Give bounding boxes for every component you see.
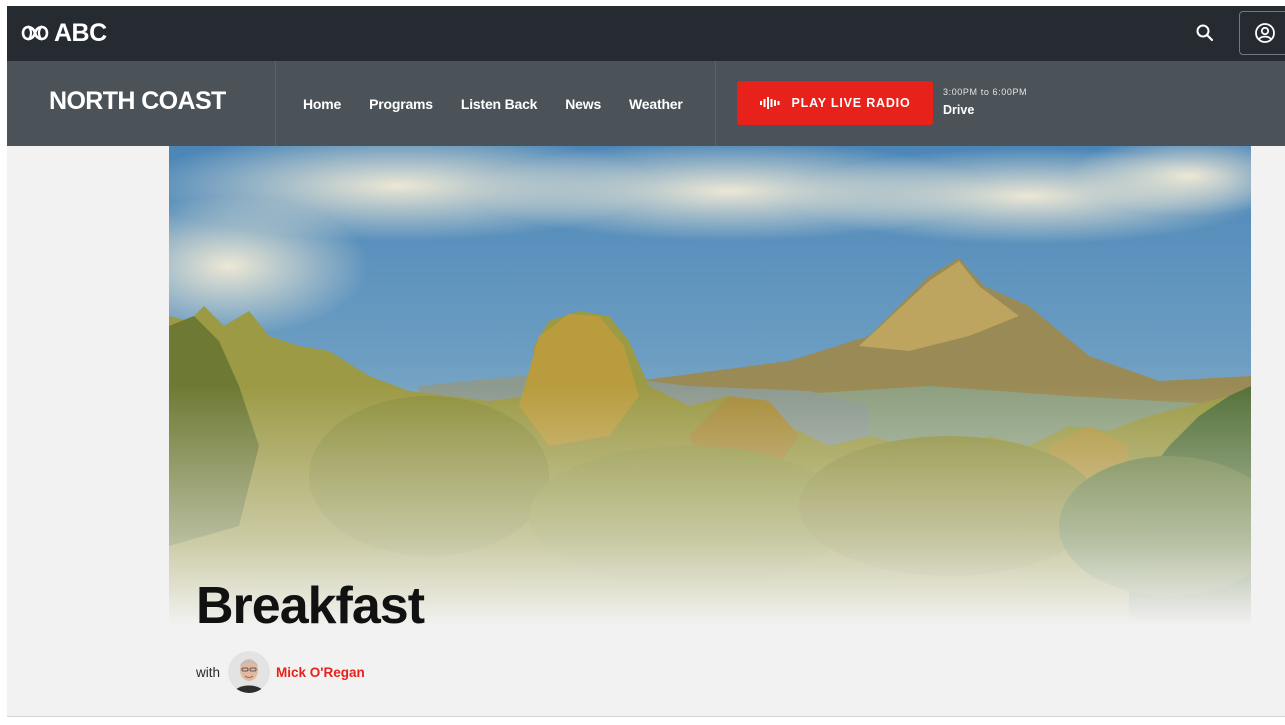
audio-wave-icon <box>759 97 779 109</box>
station-nav-bar: NORTH COAST Home Programs Listen Back Ne… <box>7 61 1285 146</box>
global-header: ABC <box>7 6 1285 61</box>
nav-item-news[interactable]: News <box>565 96 601 112</box>
program-title: Breakfast <box>196 577 425 635</box>
station-nav: Home Programs Listen Back News Weather <box>303 61 683 146</box>
on-air-time: 3:00PM to 6:00PM <box>943 87 1028 97</box>
host-portrait <box>228 651 271 693</box>
abc-lissajous-icon <box>21 25 49 41</box>
search-button[interactable] <box>1185 18 1225 48</box>
content-area-start <box>7 717 1285 725</box>
play-live-radio-button[interactable]: PLAY LIVE RADIO <box>737 81 933 125</box>
play-live-radio-label: PLAY LIVE RADIO <box>791 96 911 110</box>
with-label: with <box>196 664 221 680</box>
nav-item-home[interactable]: Home <box>303 96 341 112</box>
abc-logo[interactable]: ABC <box>20 18 107 48</box>
abc-logo-text: ABC <box>54 18 107 47</box>
host-avatar <box>228 651 271 693</box>
on-air-show: Drive <box>943 103 975 117</box>
user-circle-icon <box>1255 23 1275 43</box>
nav-divider <box>715 61 716 146</box>
landscape-illustration <box>169 146 1251 626</box>
station-name-link[interactable]: NORTH COAST <box>49 87 226 116</box>
program-hero-image <box>169 146 1251 626</box>
program-host-row: with Mick O'Regan <box>196 650 365 694</box>
nav-item-weather[interactable]: Weather <box>629 96 683 112</box>
account-button[interactable] <box>1239 11 1285 55</box>
nav-item-programs[interactable]: Programs <box>369 96 433 112</box>
nav-item-listen-back[interactable]: Listen Back <box>461 96 538 112</box>
host-name-link[interactable]: Mick O'Regan <box>276 665 365 680</box>
search-icon <box>1196 24 1214 42</box>
page: ABC NORTH COAST Home Programs Listen Bac… <box>7 6 1285 725</box>
nav-divider <box>275 61 276 146</box>
on-air-info: 3:00PM to 6:00PM Drive <box>943 87 1027 117</box>
